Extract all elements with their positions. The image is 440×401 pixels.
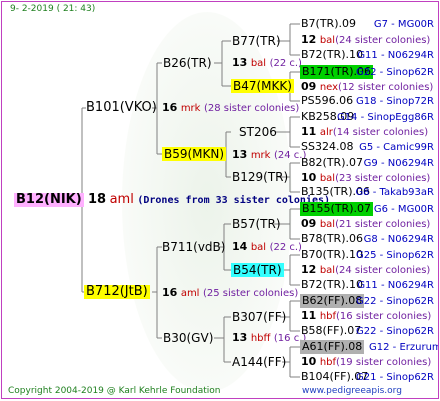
gen2-mating-info: 13 mrk (24 c.)	[232, 148, 307, 161]
gen4-mating-info: 11 hbf(16 sister colonies)	[301, 309, 432, 322]
gen4-id[interactable]: G9 - N06294R	[364, 157, 434, 171]
gen4-id[interactable]: G5 - Camic99R	[359, 141, 434, 155]
gen4-id[interactable]: G7 - MG00R	[374, 18, 434, 32]
gen2-mating-info: 13 bal (22 c.)	[232, 56, 302, 69]
gen4-row: B72(TR).10	[301, 48, 363, 62]
website-link[interactable]: www.pedigreeapis.org	[302, 386, 402, 396]
gen2-queen[interactable]: B30(GV)	[163, 331, 213, 345]
gen4-id[interactable]: G8 - N06294R	[364, 233, 434, 247]
gen4-queen[interactable]: B78(TR).06	[301, 232, 363, 246]
gen3-queen[interactable]: B77(TR)	[232, 34, 281, 48]
gen4-queen[interactable]: B7(TR).09	[301, 17, 356, 30]
gen4-id[interactable]: G22 - Sinop62R	[356, 66, 434, 80]
gen1-mating-info: 16 aml (25 sister colonies)	[162, 286, 299, 299]
gen4-queen[interactable]: A61(FF).08	[300, 340, 365, 354]
gen4-queen[interactable]: B72(TR).10	[301, 278, 363, 292]
gen4-id[interactable]: G11 - N06294R	[357, 49, 434, 63]
gen4-id[interactable]: G21 - Sinop62R	[356, 371, 434, 385]
gen4-queen[interactable]: B58(FF).07	[301, 324, 361, 338]
gen1-mating-info: 16 mrk (28 sister colonies)	[162, 101, 300, 114]
gen4-mating-info: 09 bal(21 sister colonies)	[301, 217, 431, 230]
root-queen[interactable]: B12(NIK)	[14, 193, 84, 207]
gen2-mating-info: 13 hbff (16 c.)	[232, 331, 307, 344]
gen4-mating-info: 12 bal(24 sister colonies)	[301, 33, 431, 46]
gen3-queen[interactable]: A144(FF)	[232, 355, 286, 369]
gen2-mating-info: 14 bal (22 c.)	[232, 240, 302, 253]
gen3-queen[interactable]: B307(FF)	[232, 310, 286, 324]
gen4-id[interactable]: G22 - Sinop62R	[356, 325, 434, 339]
gen4-id[interactable]: G12 - ErzurumEgg8	[369, 341, 438, 355]
gen4-queen[interactable]: B72(TR).10	[301, 48, 363, 61]
gen4-id[interactable]: G22 - Sinop62R	[356, 295, 434, 309]
gen4-mating-info: 10 bal(23 sister colonies)	[301, 171, 431, 184]
gen3-queen[interactable]: B57(TR)	[232, 217, 281, 231]
gen3-queen[interactable]: B129(TR)	[232, 170, 288, 184]
gen4-queen[interactable]: B155(TR).07	[300, 202, 373, 216]
gen4-id[interactable]: G18 - Sinop72R	[356, 95, 434, 109]
gen4-id[interactable]: G14 - SinopEgg86R	[337, 111, 434, 125]
gen2-queen[interactable]: B26(TR)	[163, 56, 212, 70]
gen4-mating-info: 11 alr(14 sister colonies)	[301, 125, 429, 138]
gen2-queen[interactable]: B59(MKN)	[162, 147, 227, 161]
gen4-mating-info: 12 bal(24 sister colonies)	[301, 263, 431, 276]
gen3-queen[interactable]: ST206	[239, 125, 277, 139]
gen4-id[interactable]: G25 - Sinop62R	[356, 249, 434, 263]
gen4-id[interactable]: G6 - MG00R	[374, 203, 434, 217]
gen4-id[interactable]: G11 - N06294R	[357, 279, 434, 293]
gen3-queen[interactable]: B54(TR)	[231, 263, 284, 277]
copyright-text: Copyright 2004-2019 @ Karl Kehrle Founda…	[8, 386, 221, 396]
gen4-mating-info: 10 hbf(19 sister colonies)	[301, 355, 432, 368]
gen4-queen[interactable]: B82(TR).07	[301, 156, 363, 170]
gen4-row: B7(TR).09	[301, 17, 356, 31]
pedigree-frame: 9- 2-2019 ( 21: 43) B12(NIK) 18 aml (Dro…	[1, 1, 439, 399]
gen4-queen[interactable]: SS324.08	[301, 140, 353, 154]
gen1-queen[interactable]: B712(JtB)	[84, 285, 150, 299]
gen3-queen[interactable]: B47(MKK)	[231, 79, 294, 93]
gen2-queen[interactable]: B711(vdB)	[162, 240, 225, 254]
gen4-queen[interactable]: B70(TR).10	[301, 248, 363, 262]
gen4-queen[interactable]: PS596.06	[301, 94, 353, 108]
gen4-mating-info: 09 nex(12 sister colonies)	[301, 80, 434, 93]
gen4-id[interactable]: G8 - Takab93aR	[355, 186, 434, 200]
gen1-queen[interactable]: B101(VKO)	[86, 101, 157, 115]
root-mating-info: 18 aml (Drones from 33 sister colonies)	[88, 192, 330, 207]
gen4-queen[interactable]: B62(FF).08	[300, 294, 365, 308]
